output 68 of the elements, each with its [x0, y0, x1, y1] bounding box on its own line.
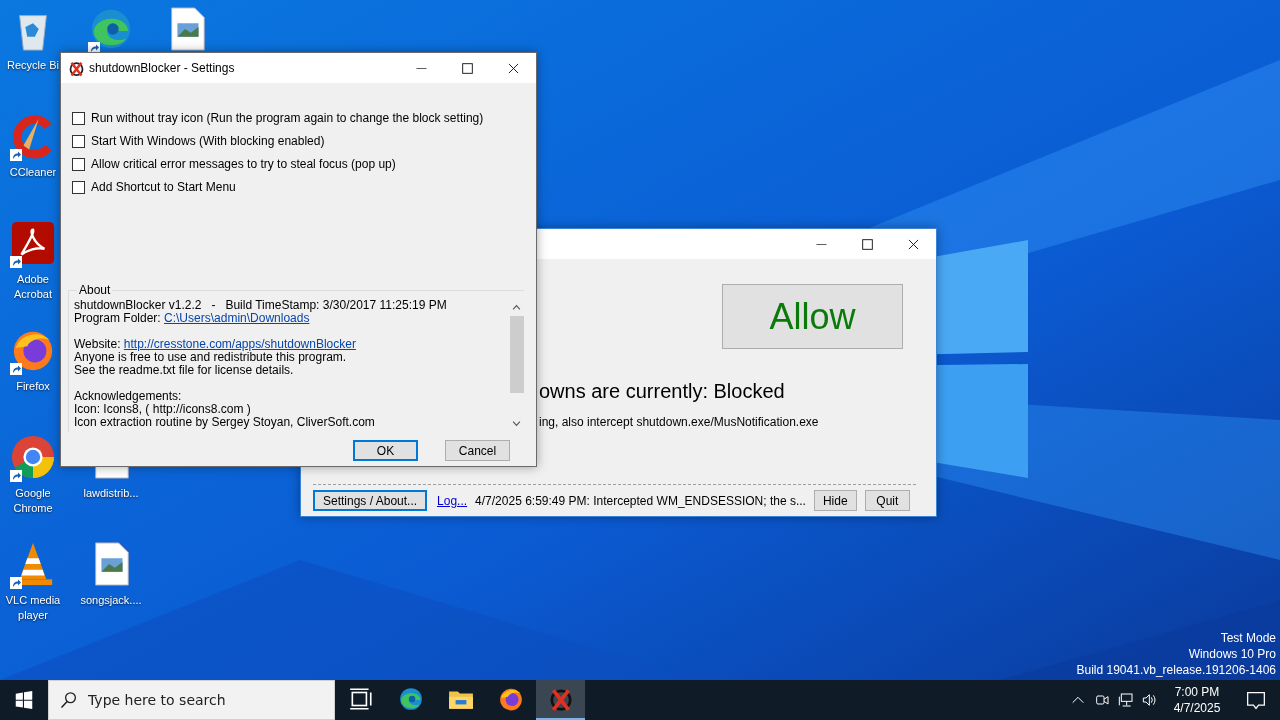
search-icon — [60, 691, 78, 709]
option-label[interactable]: Start With Windows (With blocking enabled) — [91, 134, 325, 148]
shortcut-arrow-icon — [10, 577, 22, 589]
log-message: 4/7/2025 6:59:49 PM: Intercepted WM_ENDSESSION; the s... — [475, 493, 806, 508]
checkbox[interactable] — [72, 111, 85, 125]
about-text: See the readme.txt file for license details. — [74, 364, 295, 377]
about-link[interactable]: http://cresstone.com/apps/shutdownBlocker — [123, 337, 356, 351]
about-link[interactable]: C:\Users\admin\Downloads — [164, 311, 310, 325]
desktop-icon-label[interactable]: Firefox — [16, 379, 50, 394]
taskbar-app[interactable] — [536, 680, 585, 720]
clock[interactable]: 7:00 PM 4/7/2025 — [1162, 680, 1232, 720]
task-view-icon — [347, 686, 374, 712]
maximize-icon — [461, 62, 473, 74]
desktop-icon-label[interactable]: CCleaner — [9, 165, 57, 180]
option-label[interactable]: Run without tray icon (Run the program again to change the block setting) — [91, 111, 484, 125]
system-info-text: Windows 10 Pro — [1188, 646, 1276, 662]
shortcut-arrow-icon — [10, 149, 22, 161]
status-heading: owns are currently: Blocked — [539, 380, 786, 403]
about-text: Anyone is free to use and redistribute this program. — [74, 351, 347, 364]
hide-button[interactable]: Hide — [813, 490, 857, 511]
close-icon — [507, 62, 519, 74]
about-text: Icon: Icons8, ( http://icons8.com ) — [74, 403, 252, 416]
option-label[interactable]: Add Shortcut to Start Menu — [91, 180, 236, 194]
search-field[interactable]: Type here to search — [48, 680, 335, 720]
windows-logo-icon — [15, 691, 33, 709]
blocker-app-icon — [547, 686, 574, 712]
quit-button[interactable]: Quit — [864, 490, 910, 511]
shortcut-arrow-icon — [10, 363, 22, 375]
close-icon — [907, 238, 919, 250]
maximize-icon — [861, 238, 873, 250]
network-icon[interactable] — [1118, 692, 1134, 708]
scroll-thumb[interactable] — [509, 316, 524, 393]
scroll-down-icon — [512, 419, 521, 428]
checkbox[interactable] — [72, 134, 85, 148]
shortcut-arrow-icon — [10, 256, 22, 268]
edge-icon — [397, 686, 424, 712]
firefox-icon — [497, 686, 524, 712]
blocker-app-icon — [68, 59, 85, 77]
about-text: Website: — [74, 337, 122, 351]
desktop-icon-label[interactable]: Google Chrome — [2, 486, 64, 516]
window-title: shutdownBlocker - Settings — [89, 61, 235, 75]
cancel-button[interactable]: Cancel — [445, 440, 510, 461]
about-text: Acknowledgements: — [74, 390, 183, 403]
about-text: Program Folder: — [74, 311, 162, 325]
option-label[interactable]: Allow critical error messages to try to steal focus (pop up) — [91, 157, 396, 171]
shortcut-arrow-icon — [10, 470, 22, 482]
desktop-icon-label[interactable]: Recycle Bi — [7, 58, 59, 73]
desktop-icon-label[interactable]: VLC media player — [2, 593, 64, 623]
allow-button[interactable]: Allow — [722, 284, 903, 349]
checkbox[interactable] — [72, 157, 85, 171]
about-text: shutdownBlocker v1.2.2 - Build TimeStamp: 3/30/2017 11:25:19 PM — [74, 299, 448, 312]
desktop-icon-label[interactable]: songsjack.... — [80, 593, 142, 608]
desktop-icon-label[interactable]: Adobe Acrobat — [2, 272, 64, 302]
volume-icon[interactable] — [1142, 692, 1158, 708]
option-text: ing, also intercept shutdown.exe/MusNotification.exe — [539, 415, 820, 429]
settings-button[interactable]: Settings / About... — [313, 490, 428, 511]
system-info-text: Build 19041.vb_release.191206-1406 — [1076, 662, 1276, 678]
checkbox[interactable] — [72, 180, 85, 194]
log-link[interactable]: Log... — [437, 493, 468, 508]
message-icon — [1246, 690, 1266, 710]
about-text: Icon extraction routine by Sergey Stoyan, CliverSoft.com — [74, 416, 376, 429]
group-label: About — [78, 283, 112, 297]
ok-button[interactable]: OK — [353, 440, 418, 461]
camera-icon[interactable] — [1094, 692, 1110, 708]
scroll-up-icon — [512, 303, 521, 312]
desktop-icon-label[interactable]: lawdistrib... — [83, 486, 139, 501]
system-info-text: Test Mode — [1220, 630, 1276, 646]
chrome-icon[interactable] — [10, 434, 56, 480]
